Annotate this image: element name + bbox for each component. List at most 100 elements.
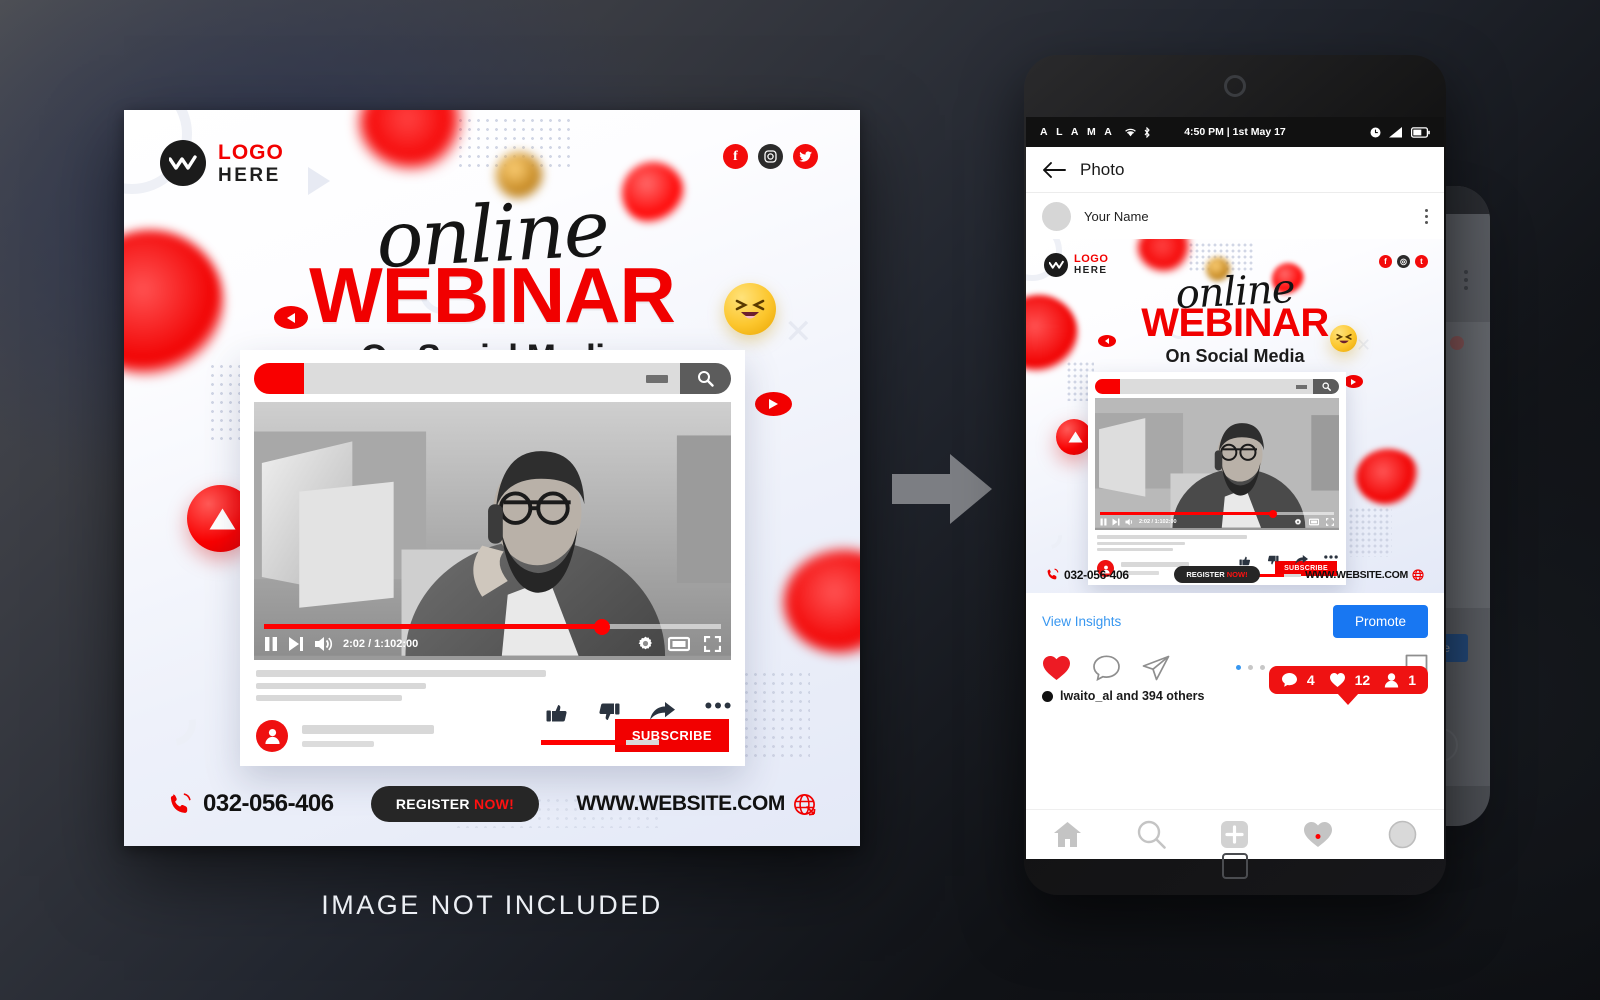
decor-blur-ball xyxy=(1138,239,1192,271)
status-time: 4:50 PM | 1st May 17 xyxy=(1184,126,1286,138)
browser-search-bar[interactable] xyxy=(254,363,731,394)
register-now-button[interactable]: REGISTER NOW! xyxy=(1174,566,1260,583)
more-icon[interactable] xyxy=(1324,555,1338,566)
thumbs-up-icon[interactable] xyxy=(546,702,568,723)
thumbs-down-icon[interactable] xyxy=(1267,555,1279,566)
decor-swoosh xyxy=(140,690,206,756)
wave-logo-icon xyxy=(1044,253,1068,277)
fullscreen-icon[interactable] xyxy=(1326,518,1334,526)
website-text: WWW.WEBSITE.COM xyxy=(1305,568,1408,581)
tab-search[interactable] xyxy=(1137,820,1166,849)
phone-number: 032-056-406 xyxy=(1064,567,1129,582)
website-link[interactable]: WWW.WEBSITE.COM xyxy=(576,792,816,816)
settings-gear-icon[interactable] xyxy=(1294,518,1302,526)
pause-icon[interactable] xyxy=(1100,518,1107,526)
globe-icon xyxy=(1412,568,1424,581)
comment-bubble-icon xyxy=(1281,672,1298,688)
twitter-icon[interactable] xyxy=(793,144,818,169)
tab-activity[interactable] xyxy=(1303,821,1333,848)
more-icon[interactable] xyxy=(705,702,731,709)
register-label: REGISTER xyxy=(1186,570,1225,579)
video-timestamp: 2:02 / 1:102:00 xyxy=(343,637,419,650)
heart-filled-icon[interactable] xyxy=(1042,655,1071,681)
play-pill-decor xyxy=(1344,375,1363,388)
promote-button[interactable]: Promote xyxy=(1332,605,1428,638)
register-label: REGISTER xyxy=(395,796,470,812)
play-button-decor xyxy=(1056,419,1092,455)
badge-like-count: 12 xyxy=(1354,672,1371,688)
instagram-actions: 4 12 1 xyxy=(1026,648,1444,705)
decor-blur-ball xyxy=(784,550,860,654)
subscribe-button[interactable]: SUBSCRIBE xyxy=(614,719,729,752)
play-pill-decor xyxy=(755,392,792,416)
liked-by-thumb xyxy=(1042,690,1053,702)
avatar[interactable] xyxy=(1042,201,1071,231)
decor-swoosh xyxy=(1033,520,1067,554)
volume-icon[interactable] xyxy=(314,636,333,652)
post-username[interactable]: Your Name xyxy=(1084,209,1149,224)
view-insights-link[interactable]: View Insights xyxy=(1042,614,1121,629)
tab-add[interactable] xyxy=(1220,820,1249,849)
mini-video-actions[interactable] xyxy=(1239,555,1338,566)
phone-speaker-area xyxy=(1024,55,1446,117)
kebab-menu-icon[interactable] xyxy=(1425,208,1428,224)
video-thumbnail[interactable]: 2:02 / 1:102:00 xyxy=(254,402,731,660)
search-bar-accent xyxy=(254,363,304,394)
wave-logo-icon xyxy=(160,140,206,186)
progress-track[interactable] xyxy=(264,619,721,635)
phone-ring-icon xyxy=(1046,568,1059,581)
settings-gear-icon[interactable] xyxy=(637,635,654,652)
next-icon[interactable] xyxy=(288,636,304,652)
poster-logo: LOGO HERE xyxy=(160,140,284,186)
mini-footer: 032-056-406 REGISTER NOW! WWW.WEBSITE.CO… xyxy=(1026,566,1444,583)
register-now-button[interactable]: REGISTER NOW! xyxy=(370,786,540,822)
logo-line-1: LOGO xyxy=(1074,252,1109,265)
share-icon[interactable] xyxy=(1295,555,1308,566)
tab-home[interactable] xyxy=(1053,821,1082,848)
back-arrow-icon[interactable] xyxy=(1042,161,1066,179)
search-input[interactable] xyxy=(304,363,680,394)
send-icon[interactable] xyxy=(1142,655,1170,681)
website-link[interactable]: WWW.WEBSITE.COM xyxy=(1305,569,1424,581)
theater-mode-icon[interactable] xyxy=(668,636,690,652)
mini-progress-track[interactable] xyxy=(1100,509,1334,518)
video-actions[interactable] xyxy=(546,702,731,723)
thumbs-down-icon[interactable] xyxy=(598,702,620,723)
phone-mockup: A L A M A 4:50 PM | 1st May 17 Photo You… xyxy=(1024,55,1446,895)
logo-line-2: HERE xyxy=(1074,264,1108,276)
video-card: 2:02 / 1:102:00 SUBSCRIBE xyxy=(240,350,745,766)
phone-number: 032-056-406 xyxy=(203,790,334,817)
channel-placeholder xyxy=(302,724,434,747)
social-media-poster: ✕ ✕ xyxy=(124,110,860,846)
magnifier-icon[interactable] xyxy=(1313,379,1339,394)
theater-mode-icon[interactable] xyxy=(1309,518,1319,526)
placeholder-bar xyxy=(256,695,402,701)
badge-comment-count: 4 xyxy=(1306,672,1315,688)
mini-search-bar[interactable] xyxy=(1095,379,1339,394)
progress-knob[interactable] xyxy=(594,619,611,635)
post-image[interactable]: ✕ LOGO HERE f ◎ t online WEBINAR On Soci… xyxy=(1026,239,1444,593)
mini-video-thumbnail[interactable]: 2:02 / 1:102:00 xyxy=(1095,398,1339,530)
register-accent: NOW! xyxy=(1226,570,1248,579)
home-button[interactable] xyxy=(1222,853,1248,879)
mini-video-controls[interactable]: 2:02 / 1:102:00 xyxy=(1095,509,1339,530)
comment-icon[interactable] xyxy=(1093,654,1120,681)
tab-profile[interactable] xyxy=(1388,820,1417,849)
pause-icon[interactable] xyxy=(264,636,278,652)
next-icon[interactable] xyxy=(1112,518,1120,526)
decor-blur-ball xyxy=(1356,449,1420,505)
bottom-tab-bar xyxy=(1026,809,1444,859)
magnifier-icon[interactable] xyxy=(680,363,731,394)
channel-avatar-icon xyxy=(256,719,288,752)
facebook-icon[interactable]: f xyxy=(723,144,748,169)
video-controls[interactable]: 2:02 / 1:102:00 xyxy=(254,619,731,660)
mini-logo: LOGO HERE xyxy=(1044,253,1108,277)
fullscreen-icon[interactable] xyxy=(704,635,721,652)
placeholder-bar xyxy=(256,670,546,677)
right-arrow-icon xyxy=(890,446,994,532)
volume-icon[interactable] xyxy=(1125,518,1134,526)
thumbs-up-icon[interactable] xyxy=(1239,555,1251,566)
app-bar: Photo xyxy=(1026,147,1444,193)
instagram-icon[interactable] xyxy=(758,144,783,169)
share-icon[interactable] xyxy=(650,702,675,721)
